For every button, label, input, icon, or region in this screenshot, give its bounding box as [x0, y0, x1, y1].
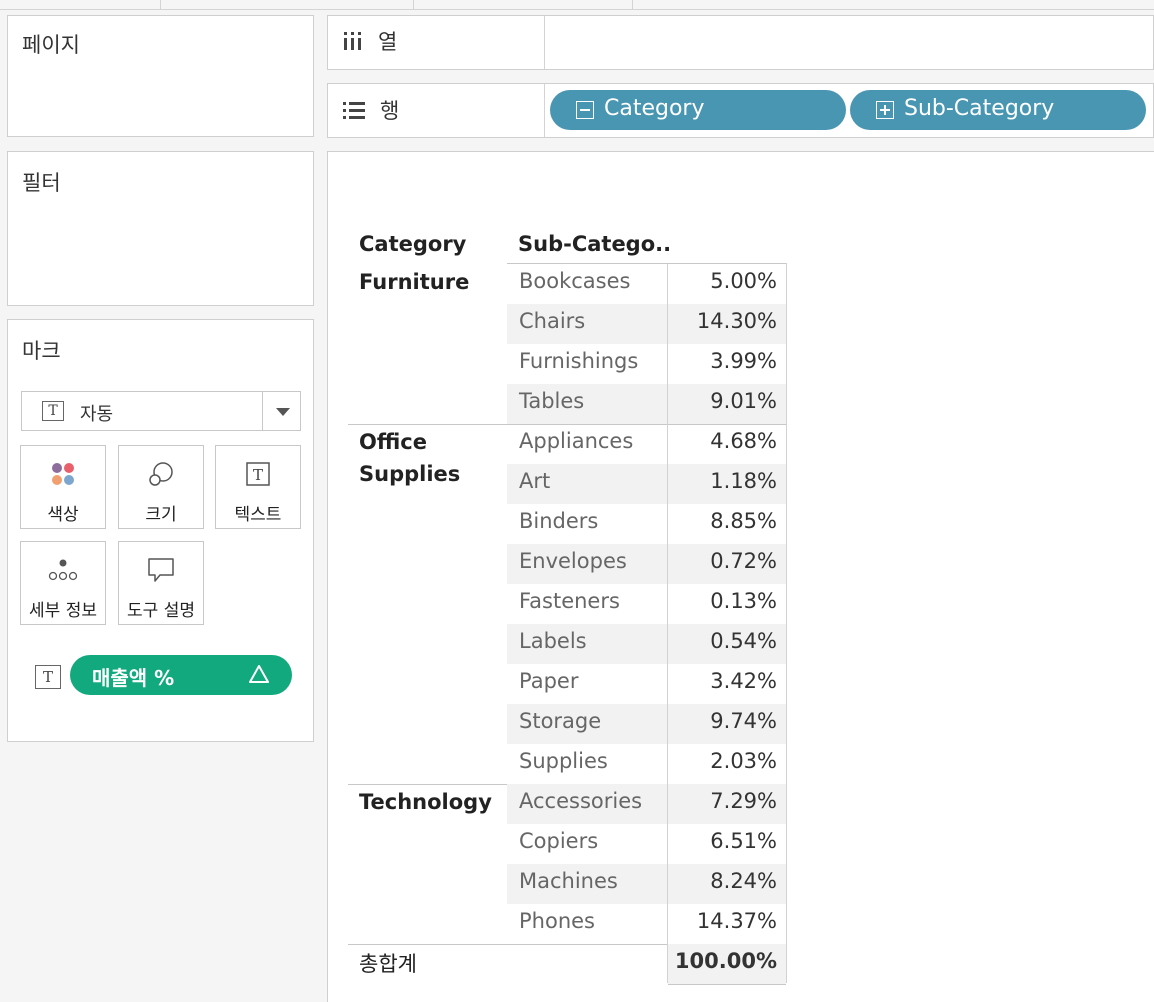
sub-category-cell[interactable]: Art	[519, 469, 550, 493]
top-strip	[0, 0, 1154, 10]
value-cell[interactable]: 9.74%	[710, 709, 777, 733]
tooltip-label: 도구 설명	[127, 601, 195, 621]
grand-total-value[interactable]: 100.00%	[675, 949, 777, 973]
value-cell[interactable]: 0.54%	[710, 629, 777, 653]
sub-category-cell[interactable]: Phones	[519, 909, 595, 933]
value-cell[interactable]: 0.72%	[710, 549, 777, 573]
tooltip-bubble-icon	[119, 554, 203, 586]
value-cell[interactable]: 2.03%	[710, 749, 777, 773]
strip-divider	[160, 0, 161, 9]
chevron-down-icon[interactable]	[276, 408, 290, 416]
text-encoding-icon[interactable]: T	[35, 665, 61, 689]
strip-divider	[413, 0, 414, 9]
marks-card: 마크 T 자동 색상 크기 T 텍스트 세부 정보 도구 설명 T 매출액 %	[7, 319, 314, 742]
value-cell[interactable]: 3.42%	[710, 669, 777, 693]
text-label: 텍스트	[234, 505, 282, 525]
table-right-border	[786, 263, 787, 983]
sub-category-cell[interactable]: Machines	[519, 869, 618, 893]
value-cell[interactable]: 14.37%	[697, 909, 777, 933]
detail-label: 세부 정보	[29, 601, 97, 621]
tooltip-button[interactable]: 도구 설명	[118, 541, 204, 625]
sub-category-cell[interactable]: Furnishings	[519, 349, 638, 373]
mark-type-label: 자동	[80, 404, 114, 425]
sub-category-cell[interactable]: Supplies	[519, 749, 608, 773]
sub-category-cell[interactable]: Paper	[519, 669, 578, 693]
measure-pill-label: 매출액 %	[92, 666, 175, 690]
text-button[interactable]: T 텍스트	[215, 445, 301, 529]
rows-label: 행	[380, 99, 400, 123]
columns-shelf-header: 열	[342, 26, 397, 56]
sub-category-cell[interactable]: Storage	[519, 709, 601, 733]
collapse-minus-icon[interactable]	[576, 101, 594, 119]
detail-dots-icon	[21, 554, 105, 586]
mark-type-dropdown[interactable]: T 자동	[21, 391, 301, 431]
sub-category-cell[interactable]: Chairs	[519, 309, 585, 333]
color-button[interactable]: 색상	[20, 445, 106, 529]
value-cell[interactable]: 4.68%	[710, 429, 777, 453]
value-cell[interactable]: 8.24%	[710, 869, 777, 893]
strip-divider	[632, 0, 633, 9]
sub-category-cell[interactable]: Bookcases	[519, 269, 630, 293]
sub-category-cell[interactable]: Appliances	[519, 429, 633, 453]
value-cell[interactable]: 8.85%	[710, 509, 777, 533]
category-header[interactable]: Category	[359, 232, 466, 256]
delta-triangle-icon	[248, 664, 270, 688]
pages-title: 페이지	[22, 33, 80, 57]
grand-total-label: 총합계	[359, 952, 417, 976]
sub-category-cell[interactable]: Binders	[519, 509, 598, 533]
sub-category-cell[interactable]: Envelopes	[519, 549, 627, 573]
marks-title: 마크	[22, 339, 61, 363]
sub-category-header[interactable]: Sub-Catego..	[518, 232, 671, 256]
size-circles-icon	[119, 458, 203, 490]
sub-category-cell[interactable]: Labels	[519, 629, 587, 653]
detail-button[interactable]: 세부 정보	[20, 541, 106, 625]
columns-icon	[344, 32, 361, 50]
columns-label: 열	[378, 30, 398, 54]
color-label: 색상	[47, 505, 79, 525]
value-column-divider	[667, 263, 668, 983]
size-button[interactable]: 크기	[118, 445, 204, 529]
dropdown-divider	[262, 392, 263, 430]
value-cell[interactable]: 5.00%	[710, 269, 777, 293]
columns-shelf[interactable]: 열	[327, 15, 1154, 70]
rows-shelf[interactable]: 행 Category Sub-Category	[327, 83, 1154, 138]
sub-category-cell[interactable]: Fasteners	[519, 589, 620, 613]
value-cell[interactable]: 7.29%	[710, 789, 777, 813]
svg-text:T: T	[253, 466, 263, 484]
sub-category-cell[interactable]: Tables	[519, 389, 584, 413]
value-cell[interactable]: 1.18%	[710, 469, 777, 493]
viz-canvas: Category Sub-Catego.. Bookcases 5.00% Chai…	[327, 151, 1154, 1002]
shelf-divider	[544, 16, 545, 69]
rows-shelf-header: 행	[342, 95, 399, 125]
expand-plus-icon[interactable]	[876, 101, 894, 119]
table-bottom-border	[668, 984, 786, 985]
shelf-divider	[544, 84, 545, 137]
value-cell[interactable]: 9.01%	[710, 389, 777, 413]
value-cell[interactable]: 6.51%	[710, 829, 777, 853]
group-divider	[348, 424, 786, 425]
category-pill[interactable]: Category	[550, 90, 846, 130]
sub-category-pill[interactable]: Sub-Category	[850, 90, 1146, 130]
rows-icon	[343, 102, 365, 119]
category-cell[interactable]: Furniture	[359, 266, 499, 298]
header-divider	[507, 263, 786, 264]
pages-card[interactable]: 페이지	[7, 15, 314, 137]
sub-category-cell[interactable]: Accessories	[519, 789, 642, 813]
text-T-icon: T	[216, 458, 300, 490]
text-mark-icon: T	[42, 401, 64, 421]
filters-card[interactable]: 필터	[7, 151, 314, 306]
category-cell[interactable]: Technology	[359, 786, 499, 818]
filters-title: 필터	[22, 171, 61, 195]
category-cell[interactable]: Office Supplies	[359, 426, 499, 490]
color-dots-icon	[21, 458, 105, 490]
value-cell[interactable]: 0.13%	[710, 589, 777, 613]
size-label: 크기	[145, 505, 177, 525]
sub-category-pill-label: Sub-Category	[904, 96, 1055, 121]
value-cell[interactable]: 3.99%	[710, 349, 777, 373]
measure-pill-sales-percent[interactable]: 매출액 %	[70, 655, 292, 695]
value-cell[interactable]: 14.30%	[697, 309, 777, 333]
category-pill-label: Category	[604, 96, 705, 121]
sub-category-cell[interactable]: Copiers	[519, 829, 598, 853]
